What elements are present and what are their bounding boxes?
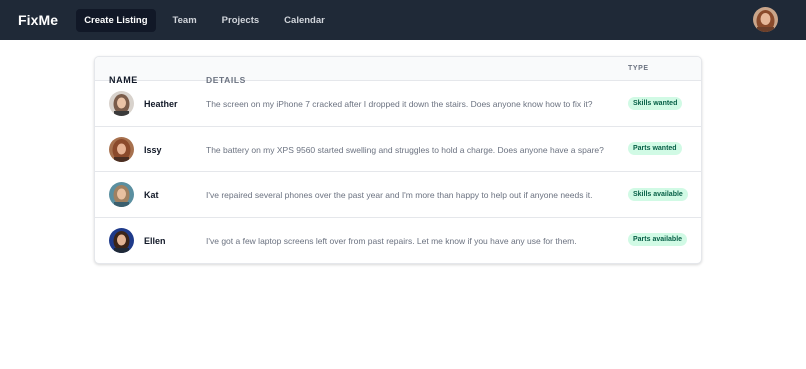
column-header-type: TYPE bbox=[628, 65, 649, 72]
nav-create-listing[interactable]: Create Listing bbox=[76, 8, 156, 32]
table-row[interactable]: Kat I've repaired several phones over th… bbox=[95, 172, 701, 218]
row-name: Issy bbox=[144, 144, 162, 155]
row-name: Kat bbox=[144, 190, 159, 200]
avatar bbox=[109, 91, 134, 116]
table-row[interactable]: Issy The battery on my XPS 9560 started … bbox=[95, 127, 701, 172]
row-details: I've got a few laptop screens left over … bbox=[206, 235, 577, 246]
row-details: The screen on my iPhone 7 cracked after … bbox=[206, 99, 593, 109]
status-badge: Parts available bbox=[628, 233, 688, 246]
user-avatar[interactable] bbox=[753, 7, 778, 32]
table-row[interactable]: Heather The screen on my iPhone 7 cracke… bbox=[95, 81, 701, 127]
nav-team[interactable]: Team bbox=[165, 9, 205, 32]
avatar bbox=[109, 227, 134, 253]
row-details: The battery on my XPS 9560 started swell… bbox=[206, 144, 604, 155]
avatar bbox=[109, 182, 134, 207]
status-badge: Skills wanted bbox=[628, 96, 683, 110]
avatar bbox=[109, 136, 134, 162]
nav-projects[interactable]: Projects bbox=[214, 9, 268, 32]
status-badge: Parts wanted bbox=[628, 142, 682, 155]
table-header: NAME DETAILS TYPE bbox=[95, 57, 701, 85]
status-badge: Skills available bbox=[628, 187, 688, 201]
top-navbar: FixMe Create Listing Team Projects Calen… bbox=[0, 0, 806, 40]
row-name: Heather bbox=[144, 99, 178, 109]
nav-calendar[interactable]: Calendar bbox=[276, 9, 333, 32]
app-logo[interactable]: FixMe bbox=[18, 12, 58, 28]
table-row[interactable]: Ellen I've got a few laptop screens left… bbox=[95, 218, 701, 264]
listings-table: NAME DETAILS TYPE Heather The screen on … bbox=[94, 56, 702, 264]
row-details: I've repaired several phones over the pa… bbox=[206, 190, 593, 200]
row-name: Ellen bbox=[144, 235, 166, 246]
